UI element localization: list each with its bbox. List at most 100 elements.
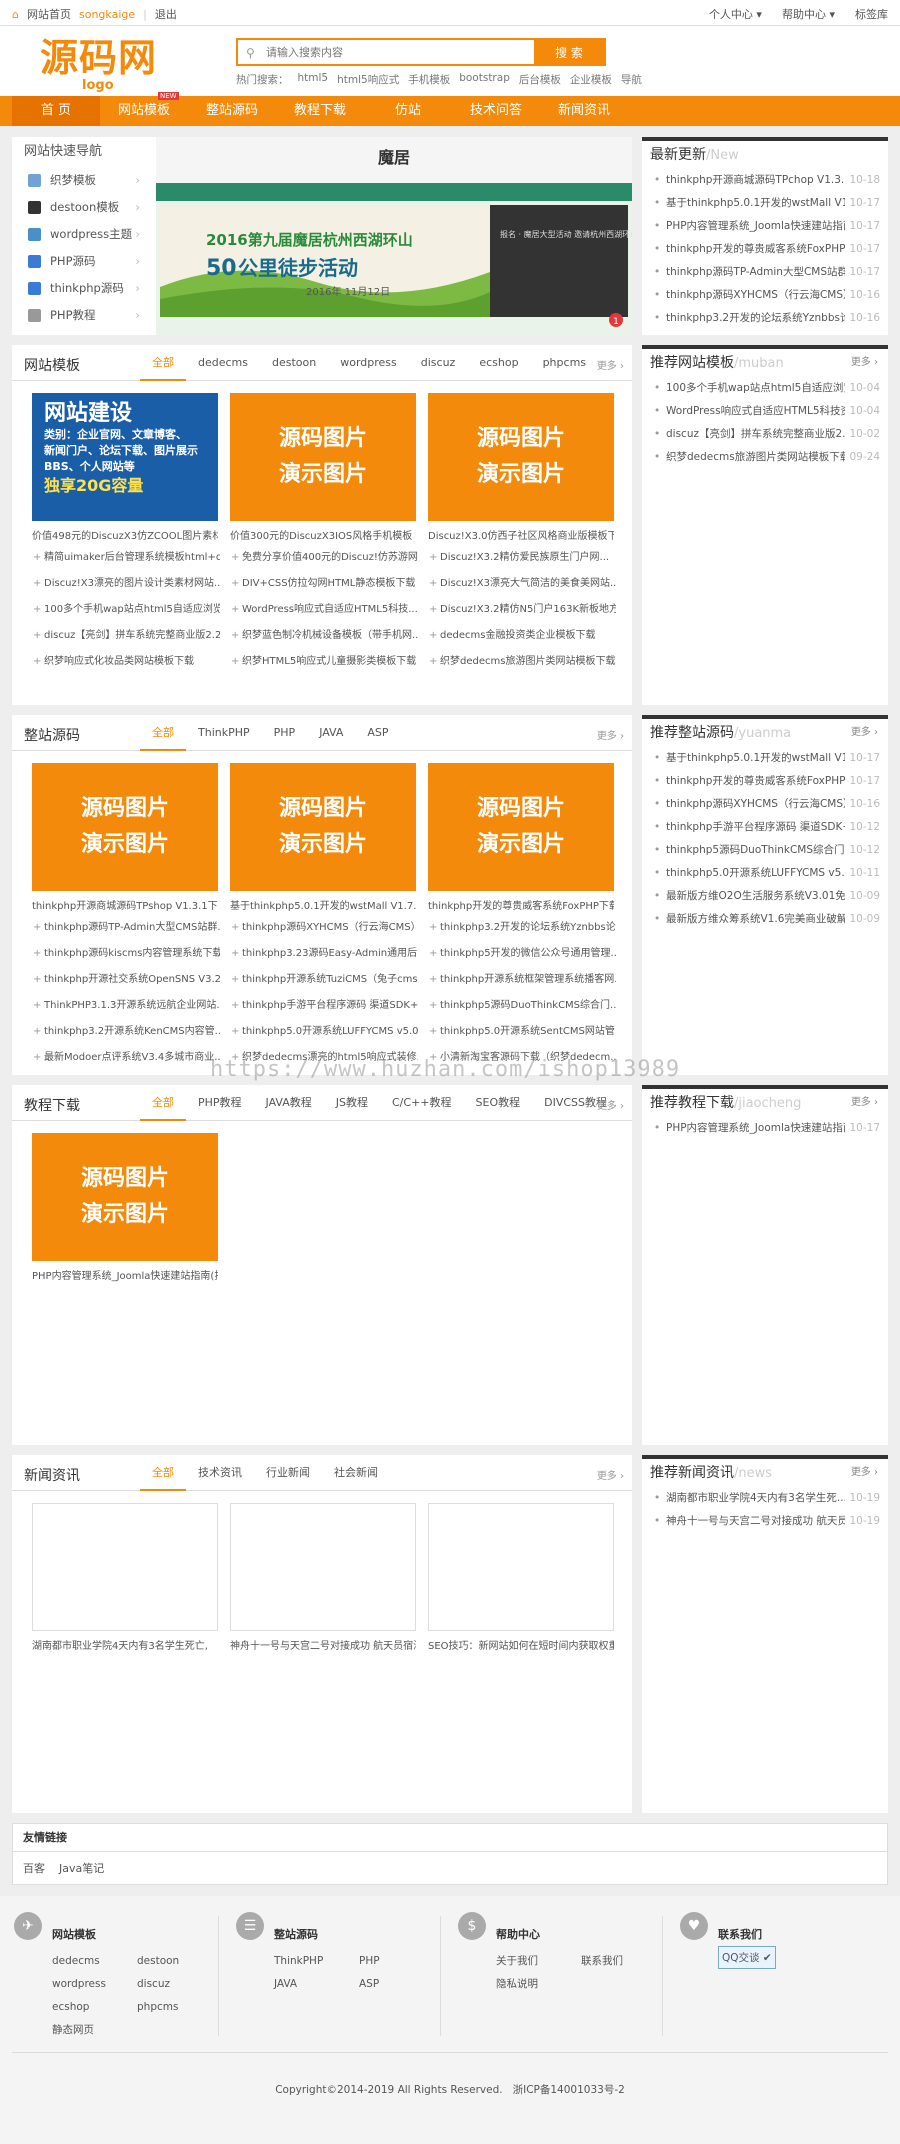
search-input[interactable] [238,40,534,64]
section-tab[interactable]: 全部 [140,1467,186,1491]
more-link[interactable]: 更多 › [597,1467,624,1482]
card-caption[interactable]: 价值300元的DiscuzX3IOS风格手机模板 [230,527,416,542]
section-tab[interactable]: 全部 [140,357,186,381]
section-tab[interactable]: JS教程 [324,1097,380,1121]
list-item[interactable]: thinkphp5.0开源系统LUFFYCMS v5.0... [230,1019,418,1045]
item-card[interactable]: SEO技巧：新网站如何在短时间内获取权重 [428,1503,614,1652]
list-item[interactable]: 织梦响应式化妆品类网站模板下载 [32,649,220,675]
list-item[interactable]: 最新Modoer点评系统V3.4多城市商业... [32,1045,220,1071]
item-card[interactable]: 网站建设 类别：企业官网、文章博客、 新闻门户、论坛下载、图片展示 BBS、个人网站等… [32,393,218,542]
banner-slider[interactable]: 1 魔居 2016第九届魔居杭州西湖环山 50 公里徒步活动 2016年 11月… [156,137,632,335]
hot-search-item[interactable]: 后台模板 [519,72,561,87]
list-item[interactable]: PHP内容管理系统_Joomla快速建站指南...10-17 [650,215,880,238]
section-tab[interactable]: 技术资讯 [186,1467,254,1491]
footer-link[interactable]: ASP [359,1973,444,1996]
list-item[interactable]: discuz【亮剑】拼车系统完整商业版2.2... [32,623,220,649]
footer-link[interactable]: PHP [359,1950,444,1973]
list-item[interactable]: thinkphp手游平台程序源码 渠道SDK+...10-12 [650,816,880,839]
item-card[interactable]: 源码图片 演示图片 价值300元的DiscuzX3IOS风格手机模板 [230,393,416,542]
list-item[interactable]: thinkphp开源社交系统OpenSNS V3.2... [32,967,220,993]
card-caption[interactable]: thinkphp开源商城源码TPshop V1.3.1下载 [32,897,218,912]
section-tab[interactable]: dedecms [186,357,260,381]
list-item[interactable]: thinkphp3.2开发的论坛系统Yznbbs论...10-16 [650,307,880,330]
more-link[interactable]: 更多 › [851,349,878,377]
section-tab[interactable]: phpcms [531,357,598,381]
list-item[interactable]: 免费分享价值400元的Discuz!仿苏游网... [230,545,418,571]
list-item[interactable]: 最新版方维众筹系统V1.6完美商业破解...10-09 [650,908,880,931]
more-link[interactable]: 更多 › [851,1459,878,1487]
list-item[interactable]: 湖南都市职业学院4天内有3名学生死...10-19 [650,1487,880,1510]
list-item[interactable]: 织梦dedecms旅游图片类网站模板下载 [428,649,616,675]
tag-library-link[interactable]: 标签库 [855,6,888,22]
list-item[interactable]: DIV+CSS仿拉勾网HTML静态模板下载 [230,571,418,597]
section-tab[interactable]: ASP [355,727,400,751]
list-item[interactable]: thinkphp5源码DuoThinkCMS综合门户...10-12 [650,839,880,862]
footer-link[interactable]: ecshop [52,1996,137,2019]
home-link[interactable]: 网站首页 [27,6,71,22]
list-item[interactable]: Discuz!X3漂亮的图片设计类素材网站... [32,571,220,597]
list-item[interactable]: 织梦dedecms旅游图片类网站模板下载09-24 [650,446,880,469]
more-link[interactable]: 更多 › [851,719,878,747]
list-item[interactable]: thinkphp3.2开发的论坛系统Yznbbs论... [428,915,616,941]
section-tab[interactable]: ecshop [467,357,530,381]
list-item[interactable]: thinkphp手游平台程序源码 渠道SDK+... [230,993,418,1019]
more-link[interactable]: 更多 › [597,727,624,742]
list-item[interactable]: thinkphp开发的尊贵威客系统FoxPHP下...10-17 [650,770,880,793]
list-item[interactable]: 织梦蓝色制冷机械设备模板（带手机网... [230,623,418,649]
more-link[interactable]: 更多 › [597,357,624,372]
list-item[interactable]: thinkphp源码TP-Admin大型CMS站群... [32,915,220,941]
nav-tutorials[interactable]: 教程下载 [276,96,364,126]
search-button[interactable]: 搜 索 [534,40,604,64]
item-card[interactable]: 神舟十一号与天宫二号对接成功 航天员宿海 [230,1503,416,1652]
list-item[interactable]: 基于thinkphp5.0.1开发的wstMall V1.7...10-17 [650,192,880,215]
card-caption[interactable]: 湖南都市职业学院4天内有3名学生死亡, [32,1637,218,1652]
item-card[interactable]: 源码图片 演示图片 thinkphp开发的尊贵威客系统FoxPHP下载 [428,763,614,912]
card-caption[interactable]: 神舟十一号与天宫二号对接成功 航天员宿海 [230,1637,416,1652]
list-item[interactable]: WordPress响应式自适应HTML5科技资...10-04 [650,400,880,423]
list-item[interactable]: 最新版方维O2O生活服务系统V3.01免费...10-09 [650,885,880,908]
section-tab[interactable]: PHP教程 [186,1097,254,1121]
hot-search-item[interactable]: 导航 [621,72,642,87]
friend-link[interactable]: 百客 [23,1860,45,1876]
list-item[interactable]: 100多个手机wap站点html5自适应浏览... [32,597,220,623]
list-item[interactable]: thinkphp5源码DuoThinkCMS综合门... [428,993,616,1019]
section-tab[interactable]: SEO教程 [464,1097,533,1121]
footer-link[interactable]: wordpress [52,1973,137,1996]
username-link[interactable]: songkaige [79,8,135,21]
section-tab[interactable]: discuz [409,357,468,381]
list-item[interactable]: thinkphp5开发的微信公众号通用管理... [428,941,616,967]
footer-link[interactable]: 联系我们 [581,1950,666,1973]
footer-link[interactable]: 静态网页 [52,2019,137,2042]
section-tab[interactable]: JAVA教程 [254,1097,324,1121]
list-item[interactable]: 织梦HTML5响应式儿童摄影类模板下载 [230,649,418,675]
list-item[interactable]: discuz【亮剑】拼车系统完整商业版2.2...10-02 [650,423,880,446]
footer-link[interactable]: destoon [137,1950,222,1973]
list-item[interactable]: Discuz!X3.2精仿N5门户163K新板地方... [428,597,616,623]
list-item[interactable]: 神舟十一号与天宫二号对接成功 航天员...10-19 [650,1510,880,1533]
list-item[interactable]: thinkphp5.0开源系统LUFFYCMS v5.0...10-11 [650,862,880,885]
section-tab[interactable]: ThinkPHP [186,727,262,751]
section-tab[interactable]: C/C++教程 [380,1097,464,1121]
list-item[interactable]: thinkphp5.0开源系统SentCMS网站管... [428,1019,616,1045]
list-item[interactable]: thinkphp开发的尊贵威客系统FoxPHP下...10-17 [650,238,880,261]
list-item[interactable]: WordPress响应式自适应HTML5科技... [230,597,418,623]
card-caption[interactable]: 基于thinkphp5.0.1开发的wstMall V1.7.5发 [230,897,416,912]
quick-nav-item[interactable]: wordpress主题 › [12,221,156,248]
nav-clone[interactable]: 仿站 [364,96,452,126]
hot-search-item[interactable]: 手机模板 [408,72,450,87]
list-item[interactable]: thinkphp源码TP-Admin大型CMS站群...10-17 [650,261,880,284]
list-item[interactable]: thinkphp3.23源码Easy-Admin通用后... [230,941,418,967]
section-tab[interactable]: 行业新闻 [254,1467,322,1491]
card-caption[interactable]: SEO技巧：新网站如何在短时间内获取权重 [428,1637,614,1652]
footer-link[interactable]: ThinkPHP [274,1950,359,1973]
footer-link[interactable]: JAVA [274,1973,359,1996]
more-link[interactable]: 更多 › [597,1097,624,1112]
nav-news[interactable]: 新闻资讯 [540,96,628,126]
list-item[interactable]: dedecms金融投资类企业模板下载 [428,623,616,649]
card-caption[interactable]: 价值498元的DiscuzX3仿ZCOOL图片素材 [32,527,218,542]
section-tab[interactable]: 全部 [140,727,186,751]
help-center-link[interactable]: 帮助中心 ▾ [782,6,835,22]
list-item[interactable]: 100多个手机wap站点html5自适应浏览...10-04 [650,377,880,400]
more-link[interactable]: 更多 › [851,1089,878,1117]
card-caption[interactable]: thinkphp开发的尊贵威客系统FoxPHP下载 [428,897,614,912]
